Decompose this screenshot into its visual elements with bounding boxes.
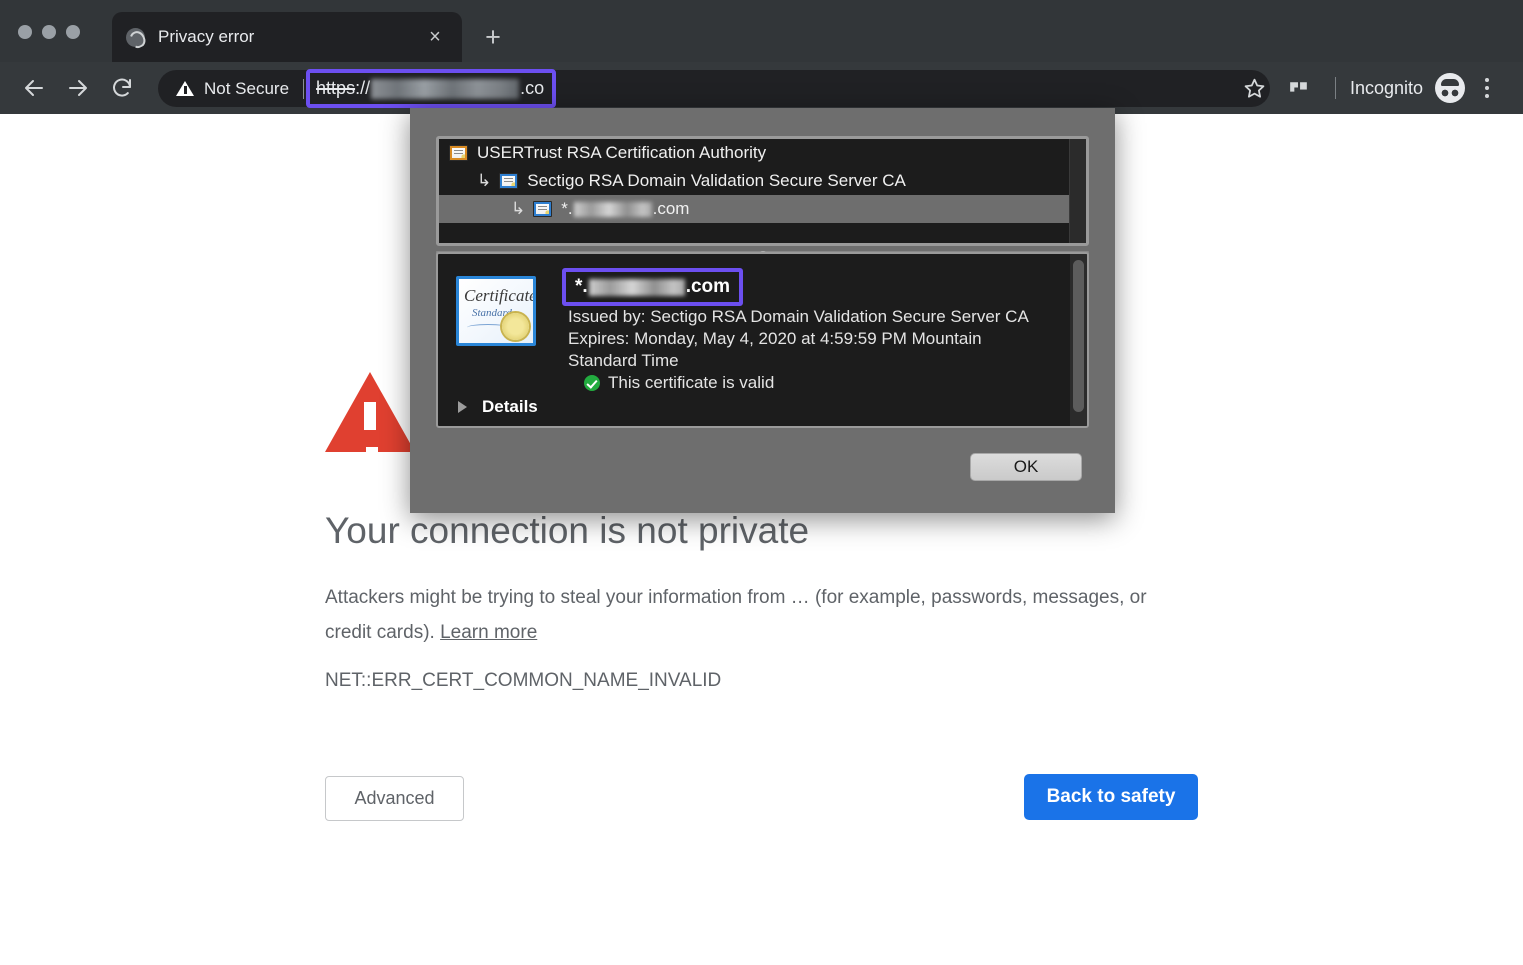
bookmark-star-icon[interactable] (1233, 66, 1277, 110)
green-check-icon (584, 375, 600, 391)
browser-window: Privacy error × + Not Secure https:// .co (0, 0, 1523, 965)
not-secure-label: Not Secure (204, 78, 290, 98)
chrome-menu-button[interactable] (1465, 66, 1509, 110)
address-bar[interactable]: Not Secure https:// .co (158, 69, 1270, 108)
certificate-subject-suffix: .com (685, 276, 731, 297)
details-label: Details (482, 397, 538, 416)
not-secure-warning-icon (176, 81, 194, 96)
tree-branch-arrow-icon: ↳ (477, 171, 492, 190)
advanced-button[interactable]: Advanced (325, 776, 464, 821)
certificate-subject-highlight: *. .com (562, 268, 744, 306)
certificate-chain-tree[interactable]: USERTrust RSA Certification Authority ↳ … (436, 136, 1089, 246)
extension-icon[interactable] (1277, 66, 1321, 110)
redacted-domain (588, 278, 685, 296)
page-description-line1: Attackers might be trying to steal your … (325, 587, 926, 608)
ok-button[interactable]: OK (970, 453, 1082, 481)
close-tab-icon[interactable]: × (422, 24, 448, 50)
window-controls (18, 25, 80, 39)
tree-branch-arrow-icon: ↳ (511, 199, 526, 218)
warning-exclamation-dot (366, 447, 378, 458)
certificate-dialog: USERTrust RSA Certification Authority ↳ … (410, 108, 1115, 513)
incognito-avatar-icon[interactable] (1435, 73, 1465, 103)
url-tld: .co (520, 78, 545, 98)
certificate-subject-prefix: *. (575, 276, 588, 297)
cert-chain-label: USERTrust RSA Certification Authority (477, 143, 767, 162)
incognito-label: Incognito (1349, 77, 1423, 98)
minimize-window-button[interactable] (42, 25, 56, 39)
toolbar-right-actions: Incognito (1233, 62, 1509, 114)
detail-scrollbar[interactable] (1070, 254, 1087, 426)
toolbar-divider (1334, 77, 1336, 99)
security-status[interactable]: Not Secure (176, 79, 289, 99)
title-bar: Privacy error × + (0, 0, 1523, 62)
forward-button[interactable] (56, 66, 100, 110)
navigation-buttons (12, 66, 144, 110)
page-description: Attackers might be trying to steal your … (325, 580, 1165, 650)
three-dot-menu-icon (1485, 78, 1489, 98)
certificate-validity: This certificate is valid (584, 373, 774, 393)
url-highlight-annotation: https:// .co (306, 69, 557, 108)
certificate-root-icon (449, 145, 468, 161)
tree-scrollbar[interactable] (1069, 139, 1086, 243)
omnibox-divider (303, 78, 305, 99)
cert-chain-label: .com (652, 199, 690, 218)
detail-scrollbar-thumb[interactable] (1073, 260, 1084, 412)
certificate-icon (499, 173, 519, 189)
certificate-icon (533, 201, 553, 217)
browser-tab[interactable]: Privacy error × (112, 12, 462, 62)
disclosure-triangle-icon (458, 401, 467, 413)
certificate-thumbnail-title: Certificate (464, 286, 536, 305)
new-tab-button[interactable]: + (478, 22, 508, 52)
cert-chain-row-intermediate[interactable]: ↳ Sectigo RSA Domain Validation Secure S… (439, 167, 1086, 195)
cert-chain-row-root[interactable]: USERTrust RSA Certification Authority (439, 139, 1086, 167)
error-code: NET::ERR_CERT_COMMON_NAME_INVALID (325, 670, 722, 691)
certificate-detail-panel: Certificate Standard *. .com Issued by: S… (436, 252, 1089, 428)
certificate-details-toggle[interactable]: Details (458, 397, 538, 417)
back-button[interactable] (12, 66, 56, 110)
certificate-seal-icon (502, 313, 529, 340)
red-warning-triangle-icon (325, 372, 415, 452)
certificate-validity-label: This certificate is valid (608, 373, 775, 392)
page-title: Your connection is not private (325, 510, 810, 551)
url-separator: :// (355, 78, 371, 98)
certificate-thumbnail-icon: Certificate Standard (456, 276, 536, 346)
certificate-issuer: Issued by: Sectigo RSA Domain Validation… (568, 307, 1029, 326)
certificate-meta: Issued by: Sectigo RSA Domain Validation… (568, 306, 1048, 372)
url-scheme: https (316, 78, 356, 98)
back-to-safety-button[interactable]: Back to safety (1024, 774, 1198, 820)
zoom-window-button[interactable] (66, 25, 80, 39)
globe-favicon-icon (126, 27, 145, 47)
redacted-domain (371, 78, 520, 99)
cert-chain-row-leaf[interactable]: ↳ *. .com (439, 195, 1086, 223)
redacted-domain (573, 201, 652, 217)
certificate-expiry: Expires: Monday, May 4, 2020 at 4:59:59 … (568, 329, 982, 370)
close-window-button[interactable] (18, 25, 32, 39)
certificate-subject: *. .com (575, 276, 730, 298)
cert-chain-leaf-prefix: *. (561, 199, 573, 218)
reload-button[interactable] (100, 66, 144, 110)
tab-title: Privacy error (158, 27, 255, 46)
learn-more-link[interactable]: Learn more (440, 622, 537, 643)
cert-chain-label: Sectigo RSA Domain Validation Secure Ser… (527, 171, 906, 190)
